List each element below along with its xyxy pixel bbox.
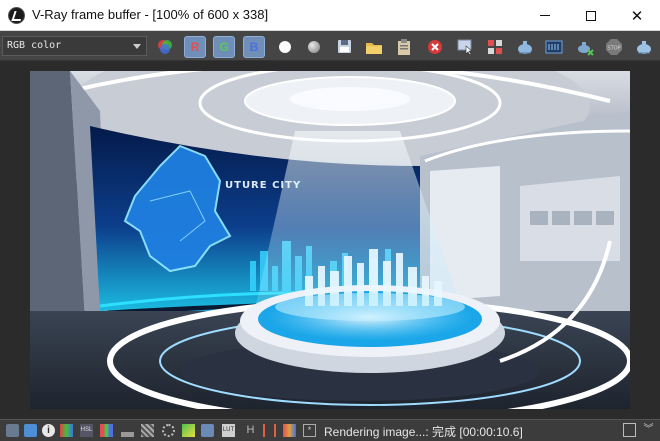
load-image-icon <box>366 43 382 54</box>
show-corrections-button[interactable] <box>543 36 565 58</box>
chevron-down-icon <box>133 44 141 49</box>
lens-effects-button[interactable] <box>574 36 596 58</box>
green-channel-button[interactable]: G <box>213 36 235 58</box>
stop-render-button[interactable]: STOP <box>603 36 625 58</box>
clear-image-icon <box>428 40 442 54</box>
minimize-icon <box>540 15 550 16</box>
hsl-icon[interactable]: HSL <box>80 424 93 437</box>
restore-icon[interactable] <box>623 423 636 437</box>
copy-to-clipboard-button[interactable] <box>393 36 415 58</box>
curve-icon[interactable] <box>201 424 214 437</box>
render-viewport[interactable]: UTURE CITY <box>0 62 660 419</box>
render-button[interactable] <box>633 36 655 58</box>
minimize-button[interactable] <box>522 0 568 31</box>
status-bar: i HSL LUT H * Rendering image...: 完成 [00… <box>0 419 660 441</box>
display-icon[interactable] <box>24 424 37 437</box>
stereo-icon[interactable] <box>263 424 276 437</box>
save-image-icon <box>338 40 351 53</box>
channel-dropdown-value: RGB color <box>7 40 62 51</box>
channel-dropdown[interactable]: RGB color <box>2 36 147 56</box>
blue-channel-icon: B <box>249 40 259 54</box>
region-render-icon <box>488 40 502 54</box>
follow-mouse-icon <box>457 39 473 55</box>
red-channel-button[interactable]: R <box>184 36 206 58</box>
lut-icon[interactable] <box>141 424 154 437</box>
status-text: Rendering image...: 完成 [00:00:10.6] <box>324 425 523 439</box>
maximize-button[interactable] <box>568 0 614 31</box>
clear-image-button[interactable] <box>424 36 446 58</box>
alpha-mode-icon <box>308 41 320 53</box>
render-last-icon <box>518 41 532 54</box>
histogram-icon[interactable] <box>100 424 113 437</box>
save-image-button[interactable] <box>334 36 356 58</box>
info-icon[interactable]: i <box>42 424 55 437</box>
color-levels-icon[interactable] <box>60 424 73 437</box>
stop-render-icon: STOP <box>606 39 622 55</box>
mono-mode-icon <box>279 41 291 53</box>
background-icon[interactable] <box>283 424 296 437</box>
title-bar: V-Ray frame buffer - [100% of 600 x 338]… <box>0 0 660 31</box>
render-scene: UTURE CITY <box>30 71 630 409</box>
white-balance-icon[interactable] <box>182 424 195 437</box>
green-channel-icon: G <box>219 40 229 54</box>
close-icon: ✕ <box>630 7 644 25</box>
load-image-button[interactable] <box>363 36 385 58</box>
history-icon[interactable] <box>6 424 19 437</box>
region-render-button[interactable] <box>484 36 506 58</box>
show-corrections-icon <box>545 40 563 54</box>
lut-file-icon[interactable]: LUT <box>222 424 235 437</box>
close-button[interactable]: ✕ <box>614 0 660 31</box>
svg-text:STOP: STOP <box>607 46 620 52</box>
window-title: V-Ray frame buffer - [100% of 600 x 338] <box>32 7 269 22</box>
follow-mouse-button[interactable] <box>454 36 476 58</box>
alpha-mode-button[interactable] <box>303 36 325 58</box>
rendered-image: UTURE CITY <box>30 71 630 409</box>
render-last-button[interactable] <box>514 36 536 58</box>
exposure-icon[interactable] <box>162 424 175 437</box>
lens-effects-icon <box>578 42 594 56</box>
blue-channel-button[interactable]: B <box>243 36 265 58</box>
mono-mode-button[interactable] <box>274 36 296 58</box>
color-corrections-icon <box>158 40 172 54</box>
red-channel-icon: R <box>190 40 200 54</box>
history-h-icon[interactable]: H <box>244 424 257 437</box>
vray-logo-icon <box>8 7 25 24</box>
copy-to-clipboard-icon <box>398 38 410 55</box>
levels-icon[interactable] <box>121 424 134 437</box>
toolbar: RGB color R G B STOP <box>0 31 660 61</box>
maximize-icon <box>586 10 596 21</box>
expand-icon[interactable]: ︾ <box>642 423 655 437</box>
color-corrections-button[interactable] <box>154 36 176 58</box>
pixel-info-icon[interactable]: * <box>303 424 316 437</box>
render-icon <box>637 41 651 54</box>
